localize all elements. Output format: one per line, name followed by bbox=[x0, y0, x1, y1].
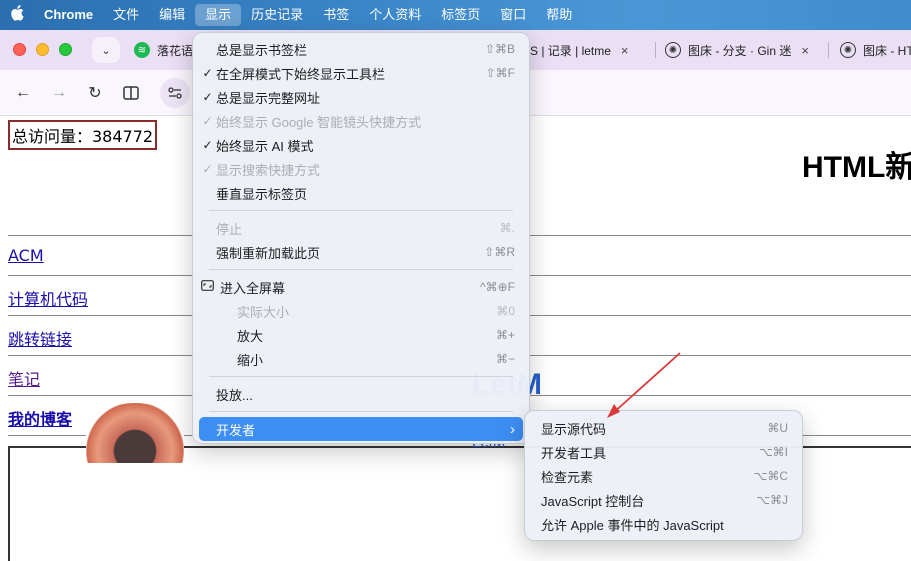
menu-item-full-urls[interactable]: ✓ 总是显示完整网址 bbox=[199, 85, 523, 109]
menu-item-ai-mode[interactable]: ✓ 始终显示 AI 模式 bbox=[199, 133, 523, 157]
page-title: HTML新 bbox=[802, 151, 911, 184]
forward-arrow-icon[interactable]: → bbox=[47, 81, 71, 105]
view-menu: 总是显示书签栏 ⇧⌘B ✓ 在全屏模式下始终显示工具栏 ⇧⌘F ✓ 总是显示完整… bbox=[192, 32, 530, 444]
tab-search-chevron-icon[interactable]: ⌄ bbox=[92, 37, 120, 63]
menu-file[interactable]: 文件 bbox=[103, 4, 149, 26]
menu-item-vertical-tabs[interactable]: 垂直显示标签页 bbox=[199, 181, 523, 205]
tab-title: S | 记录 | letme bbox=[530, 43, 611, 58]
menu-item-actual-size: 实际大小 ⌘0 bbox=[237, 304, 515, 320]
reload-icon[interactable]: ↻ bbox=[83, 81, 107, 105]
checkmark-icon: ✓ bbox=[202, 138, 213, 152]
visit-counter: 总访问量：384772 bbox=[8, 120, 158, 150]
fullscreen-icon bbox=[199, 280, 216, 294]
macos-menubar: Chrome 文件 编辑 显示 历史记录 书签 个人资料 标签页 窗口 帮助 bbox=[0, 0, 911, 30]
link-my-blog[interactable]: 我的博客 bbox=[8, 406, 72, 430]
menu-item-enter-fullscreen[interactable]: 进入全屏幕 ^⌘⊕F bbox=[199, 275, 523, 299]
menu-tabs[interactable]: 标签页 bbox=[431, 4, 490, 26]
fullscreen-window-button[interactable] bbox=[59, 43, 72, 56]
menu-window[interactable]: 窗口 bbox=[490, 4, 536, 26]
menu-item-stop: 停止 ⌘. bbox=[216, 221, 515, 237]
developer-submenu: 显示源代码 ⌘U 开发者工具 ⌥⌘I 检查元素 ⌥⌘C JavaScript 控… bbox=[524, 410, 803, 541]
site-info-icon[interactable] bbox=[160, 78, 190, 108]
blog-avatar bbox=[86, 403, 184, 463]
checkmark-icon: ✓ bbox=[202, 66, 213, 80]
tab-luohuayu[interactable]: ≋ 落花语 bbox=[134, 36, 196, 64]
link-acm[interactable]: ACM bbox=[8, 246, 44, 265]
openai-icon: ✺ bbox=[665, 42, 681, 58]
menu-item-javascript-console[interactable]: JavaScript 控制台 ⌥⌘J bbox=[531, 488, 796, 512]
tab-records-letme[interactable]: S | 记录 | letme × bbox=[530, 36, 650, 64]
tab-tuchuang-ht[interactable]: ✺ 图床 - HT bbox=[840, 36, 911, 64]
menu-item-developer-tools[interactable]: 开发者工具 ⌥⌘I bbox=[531, 440, 796, 464]
tab-tuchuang-gin[interactable]: ✺ 图床 - 分支 · Gin 迷 × bbox=[665, 36, 820, 64]
menu-profiles[interactable]: 个人资料 bbox=[359, 4, 431, 26]
tab-title: 落花语 bbox=[157, 43, 194, 58]
menu-item-cast[interactable]: 投放... bbox=[199, 382, 523, 406]
menu-item-toolbar-in-fullscreen[interactable]: ✓ 在全屏模式下始终显示工具栏 ⇧⌘F bbox=[199, 61, 523, 85]
menu-bookmarks[interactable]: 书签 bbox=[313, 4, 359, 26]
checkmark-icon: ✓ bbox=[202, 162, 213, 176]
link-jump[interactable]: 跳转链接 bbox=[8, 326, 72, 350]
back-arrow-icon[interactable]: ← bbox=[11, 81, 35, 105]
spotify-icon: ≋ bbox=[134, 42, 150, 58]
menu-item-developer[interactable]: 开发者 › bbox=[199, 417, 523, 441]
tab-title: 图床 - 分支 · Gin 迷 bbox=[688, 43, 792, 58]
link-notes[interactable]: 笔记 bbox=[8, 366, 40, 390]
chevron-right-icon: › bbox=[510, 420, 515, 438]
menu-item-allow-apple-events-js[interactable]: 允许 Apple 事件中的 JavaScript bbox=[531, 512, 796, 536]
menu-item-inspect-element[interactable]: 检查元素 ⌥⌘C bbox=[531, 464, 796, 488]
menu-help[interactable]: 帮助 bbox=[536, 4, 582, 26]
menu-item-force-reload[interactable]: 强制重新加载此页 ⇧⌘R bbox=[199, 240, 523, 264]
close-window-button[interactable] bbox=[13, 43, 26, 56]
tab-title: 图床 - HT bbox=[863, 43, 911, 58]
menu-item-google-lens-shortcut: ✓ 始终显示 Google 智能镜头快捷方式 bbox=[199, 109, 523, 133]
openai-icon: ✺ bbox=[840, 42, 856, 58]
menu-history[interactable]: 历史记录 bbox=[241, 4, 313, 26]
menu-item-zoom-in[interactable]: 放大 ⌘+ bbox=[199, 323, 523, 347]
close-tab-icon[interactable]: × bbox=[621, 43, 629, 58]
minimize-window-button[interactable] bbox=[36, 43, 49, 56]
split-view-icon[interactable] bbox=[119, 81, 143, 105]
close-tab-icon[interactable]: × bbox=[801, 43, 809, 58]
apple-icon[interactable] bbox=[0, 5, 34, 25]
link-computer-code[interactable]: 计算机代码 bbox=[8, 286, 88, 310]
menu-item-view-source[interactable]: 显示源代码 ⌘U bbox=[531, 416, 796, 440]
menu-separator bbox=[209, 411, 513, 412]
checkmark-icon: ✓ bbox=[202, 90, 213, 104]
menu-item-zoom-out[interactable]: 缩小 ⌘− bbox=[199, 347, 523, 371]
menu-item-search-shortcut: ✓ 显示搜索快捷方式 bbox=[199, 157, 523, 181]
menu-separator bbox=[209, 376, 513, 377]
menu-view[interactable]: 显示 bbox=[195, 4, 242, 26]
menu-edit[interactable]: 编辑 bbox=[149, 4, 195, 26]
menu-separator bbox=[209, 210, 513, 211]
menu-chrome[interactable]: Chrome bbox=[34, 4, 103, 26]
menu-item-always-show-bookmarks-bar[interactable]: 总是显示书签栏 ⇧⌘B bbox=[199, 37, 523, 61]
checkmark-icon: ✓ bbox=[202, 114, 213, 128]
menu-separator bbox=[209, 269, 513, 270]
